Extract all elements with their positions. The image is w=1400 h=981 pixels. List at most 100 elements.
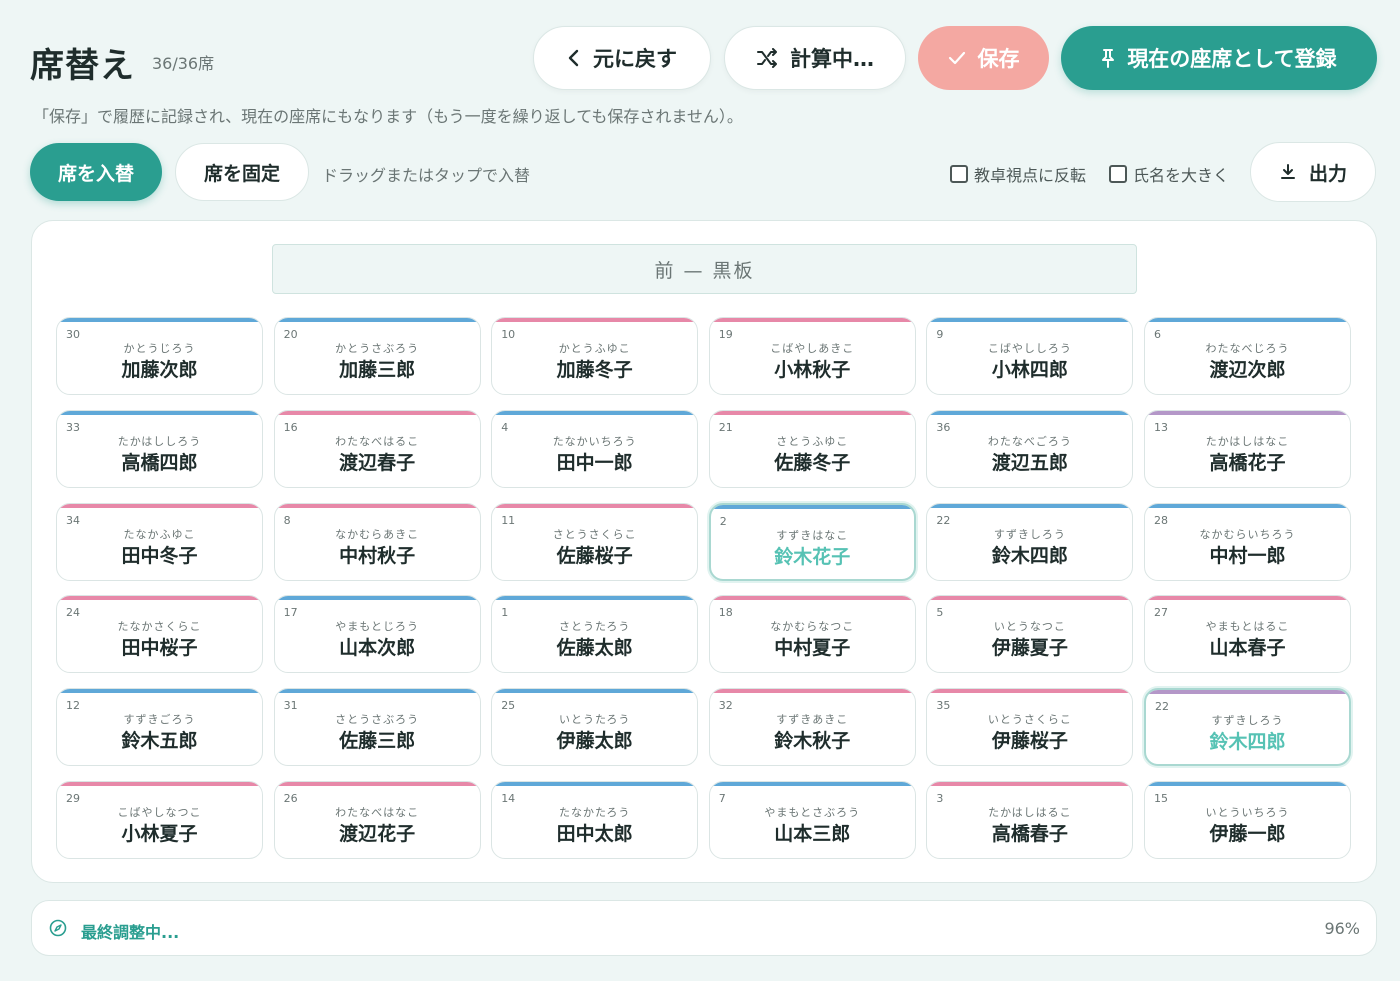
checkbox-box[interactable] xyxy=(1109,165,1127,183)
seat-gender-stripe xyxy=(927,318,1133,322)
seat-card[interactable]: 14 たなかたろう 田中太郎 xyxy=(491,781,699,859)
seat-name-kana: こばやしなつこ xyxy=(117,806,202,819)
seat-name-kana: やまもとさぶろう xyxy=(764,806,861,819)
seat-card[interactable]: 10 かとうふゆこ 加藤冬子 xyxy=(491,317,699,395)
export-button[interactable]: 出力 xyxy=(1250,142,1376,202)
seat-card[interactable]: 18 なかむらなつこ 中村夏子 xyxy=(708,595,916,674)
seat-gender-stripe xyxy=(709,318,915,322)
seat-card[interactable]: 28 なかむらいちろう 中村一郎 xyxy=(1144,502,1351,581)
seat-card[interactable]: 22 すずきしろう 鈴木四郎 xyxy=(926,502,1134,581)
pin-icon xyxy=(1102,49,1115,68)
seat-student-name: 山本三郎 xyxy=(774,823,851,845)
swap-mode-button[interactable]: 席を入替 xyxy=(30,143,162,201)
checkbox-box[interactable] xyxy=(950,165,968,183)
seat-name-kana: なかむらいちろう xyxy=(1199,527,1296,541)
seat-student-name: 伊藤一郎 xyxy=(1209,823,1286,845)
seat-card[interactable]: 30 かとうじろう 加藤次郎 xyxy=(56,317,263,395)
seat-card[interactable]: 2 すずきはなこ 鈴木花子 xyxy=(708,502,916,581)
seat-card[interactable]: 12 すずきごろう 鈴木五郎 xyxy=(56,688,263,767)
seat-student-name: 中村夏子 xyxy=(774,637,851,660)
seat-card[interactable]: 7 やまもとさぶろう 山本三郎 xyxy=(708,781,916,859)
seat-student-name: 鈴木五郎 xyxy=(121,730,198,753)
seat-gender-stripe xyxy=(710,504,914,509)
compass-icon xyxy=(49,919,67,937)
seat-name-kana: いとうたろう xyxy=(559,713,631,727)
seat-name-kana: さとうさぶろう xyxy=(335,713,420,727)
seat-card[interactable]: 26 わたなべはなこ 渡辺花子 xyxy=(273,781,481,859)
flip-view-checkbox[interactable]: 教卓視点に反転 xyxy=(950,162,1086,186)
seat-name-kana: いとうさくらこ xyxy=(987,713,1072,727)
seat-gender-stripe xyxy=(1146,690,1349,695)
seat-card[interactable]: 21 さとうふゆこ 佐藤冬子 xyxy=(708,409,916,488)
seat-gender-stripe xyxy=(274,318,480,322)
seat-student-name: 小林秋子 xyxy=(774,359,851,381)
seat-card[interactable]: 25 いとうたろう 伊藤太郎 xyxy=(491,688,699,767)
page-title: 席替え xyxy=(30,46,135,86)
seat-card[interactable]: 9 こばやししろう 小林四郎 xyxy=(926,317,1134,395)
seat-card[interactable]: 19 こばやしあきこ 小林秋子 xyxy=(708,317,916,395)
save-button[interactable]: 保存 xyxy=(918,26,1049,90)
seat-student-name: 田中太郎 xyxy=(556,823,633,845)
seat-card[interactable]: 15 いとういちろう 伊藤一郎 xyxy=(1144,781,1351,859)
seat-student-name: 加藤次郎 xyxy=(121,359,198,381)
seat-card[interactable]: 20 かとうさぶろう 加藤三郎 xyxy=(273,317,481,395)
seat-name-kana: わたなべはなこ xyxy=(335,806,420,819)
save-hint: 「保存」で履歴に記録され、現在の座席にもなります（もう一度を繰り返しても保存され… xyxy=(33,107,743,126)
seat-card[interactable]: 16 わたなべはるこ 渡辺春子 xyxy=(273,409,481,488)
seat-card[interactable]: 4 たなかいちろう 田中一郎 xyxy=(491,409,699,488)
seat-student-name: 中村一郎 xyxy=(1209,544,1286,567)
seat-card[interactable]: 22 すずきしろう 鈴木四郎 xyxy=(1144,688,1351,767)
seat-name-kana: わたなべじろう xyxy=(1205,342,1290,355)
seat-card[interactable]: 1 さとうたろう 佐藤太郎 xyxy=(491,595,699,674)
seat-name-kana: たかはしはるこ xyxy=(988,806,1072,819)
seat-gender-stripe xyxy=(1145,318,1350,322)
seat-card[interactable]: 11 さとうさくらこ 佐藤桜子 xyxy=(491,502,699,581)
seat-card[interactable]: 27 やまもとはるこ 山本春子 xyxy=(1144,595,1351,674)
seat-gender-stripe xyxy=(492,410,698,415)
seat-card[interactable]: 35 いとうさくらこ 伊藤桜子 xyxy=(926,688,1134,767)
seat-name-kana: たなかさくらこ xyxy=(117,620,202,634)
download-icon xyxy=(1280,164,1295,179)
seat-card[interactable]: 24 たなかさくらこ 田中桜子 xyxy=(56,595,263,674)
register-label: 現在の座席として登録 xyxy=(1127,47,1337,71)
seat-card[interactable]: 3 たかはしはるこ 高橋春子 xyxy=(926,781,1134,859)
seat-gender-stripe xyxy=(1145,503,1350,508)
large-name-checkbox[interactable]: 氏名を大きく xyxy=(1109,162,1229,186)
seat-card[interactable]: 17 やまもとじろう 山本次郎 xyxy=(273,595,481,674)
seat-card[interactable]: 5 いとうなつこ 伊藤夏子 xyxy=(926,595,1134,674)
seat-student-name: 渡辺春子 xyxy=(339,451,416,474)
seat-card[interactable]: 29 こばやしなつこ 小林夏子 xyxy=(56,781,263,859)
undo-button[interactable]: 元に戻す xyxy=(533,26,711,90)
seat-gender-stripe xyxy=(927,410,1133,415)
seating-board: 前 — 黒板 30 かとうじろう 加藤次郎 20 かとうさぶろう 加藤三郎 10 かとうふゆこ… xyxy=(31,220,1377,883)
seat-student-name: 小林夏子 xyxy=(121,823,198,845)
seat-name-kana: いとうなつこ xyxy=(993,620,1066,634)
seat-student-name: 伊藤太郎 xyxy=(556,730,633,753)
seat-student-name: 鈴木花子 xyxy=(774,545,851,568)
seat-student-name: 佐藤三郎 xyxy=(339,730,416,753)
seat-gender-stripe xyxy=(1145,596,1350,601)
seat-student-name: 渡辺次郎 xyxy=(1209,359,1286,381)
undo-label: 元に戻す xyxy=(593,47,677,71)
register-current-seating-button[interactable]: 現在の座席として登録 xyxy=(1061,26,1377,90)
seat-gender-stripe xyxy=(57,689,262,694)
shuffle-button[interactable]: 計算中… xyxy=(724,26,906,90)
seat-gender-stripe xyxy=(274,503,480,508)
shuffle-icon xyxy=(757,48,777,68)
seat-card[interactable]: 6 わたなべじろう 渡辺次郎 xyxy=(1144,317,1351,395)
seat-card[interactable]: 33 たかはししろう 高橋四郎 xyxy=(56,409,263,488)
seat-card[interactable]: 32 すずきあきこ 鈴木秋子 xyxy=(708,688,916,767)
seat-card[interactable]: 34 たなかふゆこ 田中冬子 xyxy=(56,502,263,581)
seat-gender-stripe xyxy=(57,782,262,786)
seat-gender-stripe xyxy=(57,596,262,601)
seat-name-kana: やまもとはるこ xyxy=(1205,620,1290,634)
seat-count: 36/36席 xyxy=(152,54,215,73)
seat-card[interactable]: 31 さとうさぶろう 佐藤三郎 xyxy=(273,688,481,767)
seat-name-kana: かとうさぶろう xyxy=(335,342,420,355)
seat-gender-stripe xyxy=(709,596,915,601)
seat-card[interactable]: 8 なかむらあきこ 中村秋子 xyxy=(273,502,481,581)
seat-card[interactable]: 36 わたなべごろう 渡辺五郎 xyxy=(926,409,1134,488)
seat-card[interactable]: 13 たかはしはなこ 高橋花子 xyxy=(1144,409,1351,488)
fix-mode-button[interactable]: 席を固定 xyxy=(175,143,309,201)
seat-name-kana: すずきしろう xyxy=(1211,714,1284,728)
